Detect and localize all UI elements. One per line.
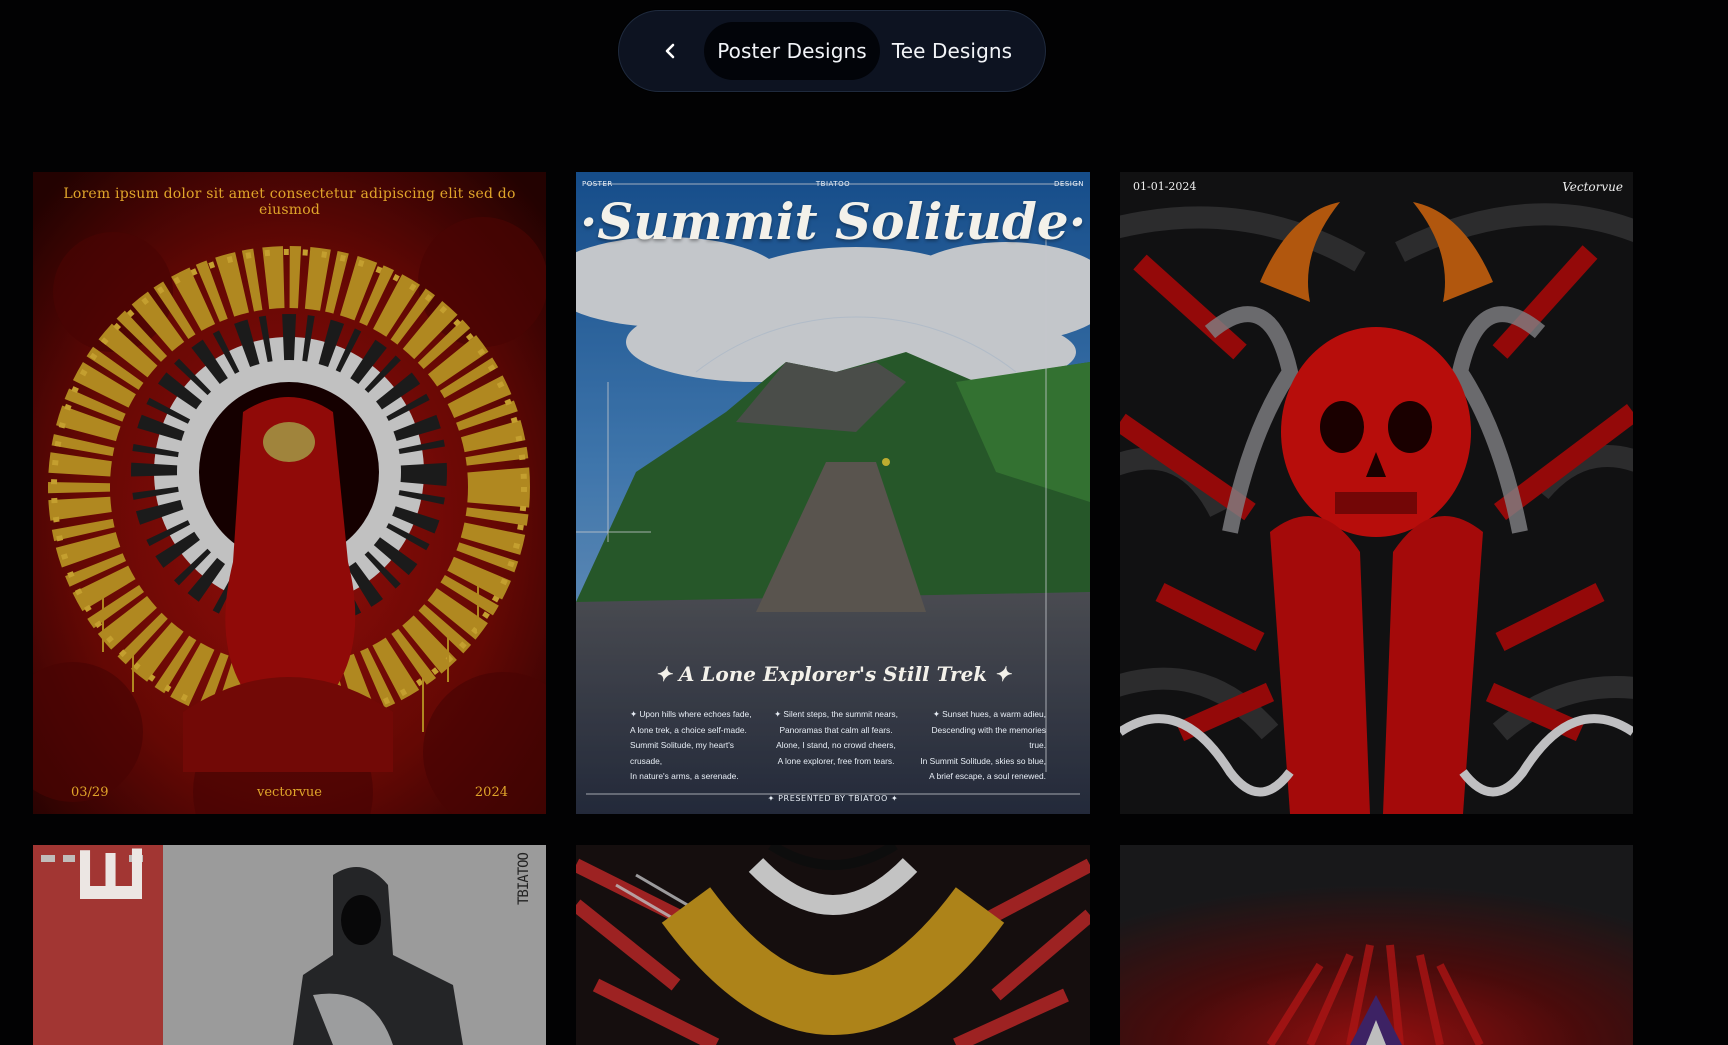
- poster-card-red-skull[interactable]: 01-01-2024 Vectorvue: [1120, 172, 1633, 814]
- poster-side-text: EAR: [61, 845, 164, 905]
- poster-verse-2: ✦ Silent steps, the summit nears, Panora…: [774, 709, 898, 766]
- red-texture-artwork: [1120, 845, 1633, 1045]
- poster-title: ·Summit Solitude·: [579, 192, 1087, 251]
- poster-card-calligraphy-halo[interactable]: Lorem ipsum dolor sit amet consectetur a…: [33, 172, 546, 814]
- poster-verse-1: ✦ Upon hills where echoes fade, A lone t…: [630, 709, 752, 781]
- poster-footer-year: 2024: [474, 785, 508, 800]
- poster-corner-design: DESIGN: [1054, 180, 1084, 188]
- poster-card-hooded-figure[interactable]: EAR TBIATOO: [33, 845, 546, 1045]
- poster-card-red-texture[interactable]: [1120, 845, 1633, 1045]
- tab-tee-designs[interactable]: Tee Designs: [881, 22, 1023, 80]
- poster-subtitle: ✦ A Lone Explorer's Still Trek ✦: [655, 662, 1011, 686]
- poster-footer-brand: vectorvue: [257, 785, 322, 800]
- design-category-switcher: Poster Designs Tee Designs: [618, 10, 1046, 92]
- poster-brand: TBIATOO: [516, 853, 532, 906]
- poster-card-gold-calligraphy[interactable]: [576, 845, 1090, 1045]
- chevron-left-icon: [665, 43, 675, 59]
- poster-presented-by: ✦ PRESENTED BY TBIATOO ✦: [767, 794, 899, 803]
- calligraphy-halo-artwork: [33, 172, 546, 814]
- back-button[interactable]: [650, 31, 690, 71]
- poster-verse-3: ✦ Sunset hues, a warm adieu, Descending …: [920, 709, 1046, 781]
- red-skull-artwork: [1120, 172, 1633, 814]
- tab-poster-designs[interactable]: Poster Designs: [704, 22, 880, 80]
- poster-brand: Vectorvue: [1562, 180, 1623, 194]
- poster-top-text: Lorem ipsum dolor sit amet consectetur a…: [63, 186, 516, 218]
- poster-corner-brand: TBIATOO: [815, 180, 851, 188]
- gold-calligraphy-artwork: [576, 845, 1090, 1045]
- poster-date: 01-01-2024: [1133, 180, 1197, 193]
- poster-card-summit-solitude[interactable]: POSTER TBIATOO DESIGN ·Summit Solitude· …: [576, 172, 1090, 814]
